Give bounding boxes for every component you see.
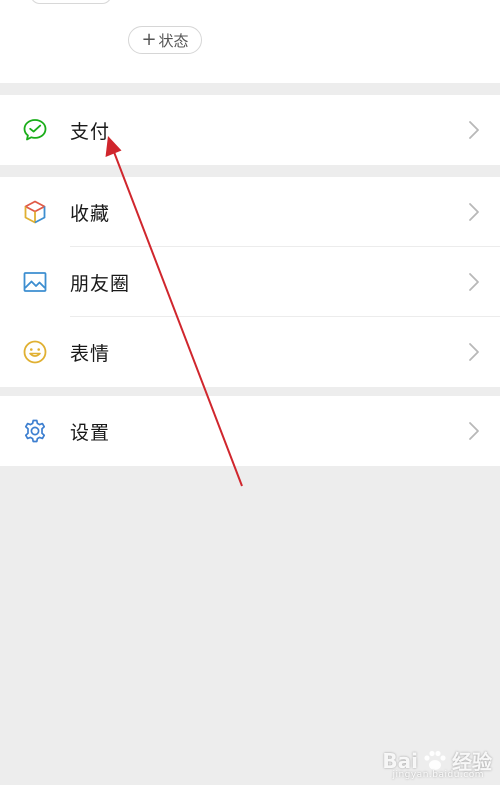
wechat-pay-icon xyxy=(22,117,48,143)
menu-item-pay[interactable]: 支付 xyxy=(0,95,500,165)
baidu-jingyan-watermark: Bai 经验 jingyan.baidu.com xyxy=(382,746,492,781)
plus-icon: + xyxy=(141,28,157,50)
add-status-button[interactable]: + 状态 xyxy=(128,26,202,54)
smiley-icon xyxy=(22,339,48,365)
picture-icon xyxy=(22,269,48,295)
menu-item-label: 表情 xyxy=(70,342,111,365)
menu-item-label: 收藏 xyxy=(70,202,111,225)
profile-header: + 状态 xyxy=(0,0,500,83)
chevron-right-icon xyxy=(469,203,479,221)
menu-item-label: 支付 xyxy=(70,120,111,143)
chevron-right-icon xyxy=(469,422,479,440)
menu-item-label: 朋友圈 xyxy=(70,272,131,295)
menu-group-pay: 支付 xyxy=(0,95,500,165)
profile-partial-element xyxy=(30,0,112,4)
menu-group-settings: 设置 xyxy=(0,396,500,466)
gear-icon xyxy=(22,418,48,444)
cube-icon xyxy=(22,199,48,225)
chevron-right-icon xyxy=(469,121,479,139)
chevron-right-icon xyxy=(469,343,479,361)
watermark-brand: Bai xyxy=(382,748,418,773)
menu-item-stickers[interactable]: 表情 xyxy=(0,317,500,387)
menu-group-content: 收藏 朋友圈 表情 xyxy=(0,177,500,387)
menu-item-moments[interactable]: 朋友圈 xyxy=(0,247,500,317)
menu-item-settings[interactable]: 设置 xyxy=(0,396,500,466)
chevron-right-icon xyxy=(469,273,479,291)
paw-icon xyxy=(424,750,446,770)
menu-item-favorites[interactable]: 收藏 xyxy=(0,177,500,247)
watermark-url: jingyan.baidu.com xyxy=(392,770,484,780)
add-status-label: 状态 xyxy=(158,31,189,50)
menu-item-label: 设置 xyxy=(70,421,111,444)
